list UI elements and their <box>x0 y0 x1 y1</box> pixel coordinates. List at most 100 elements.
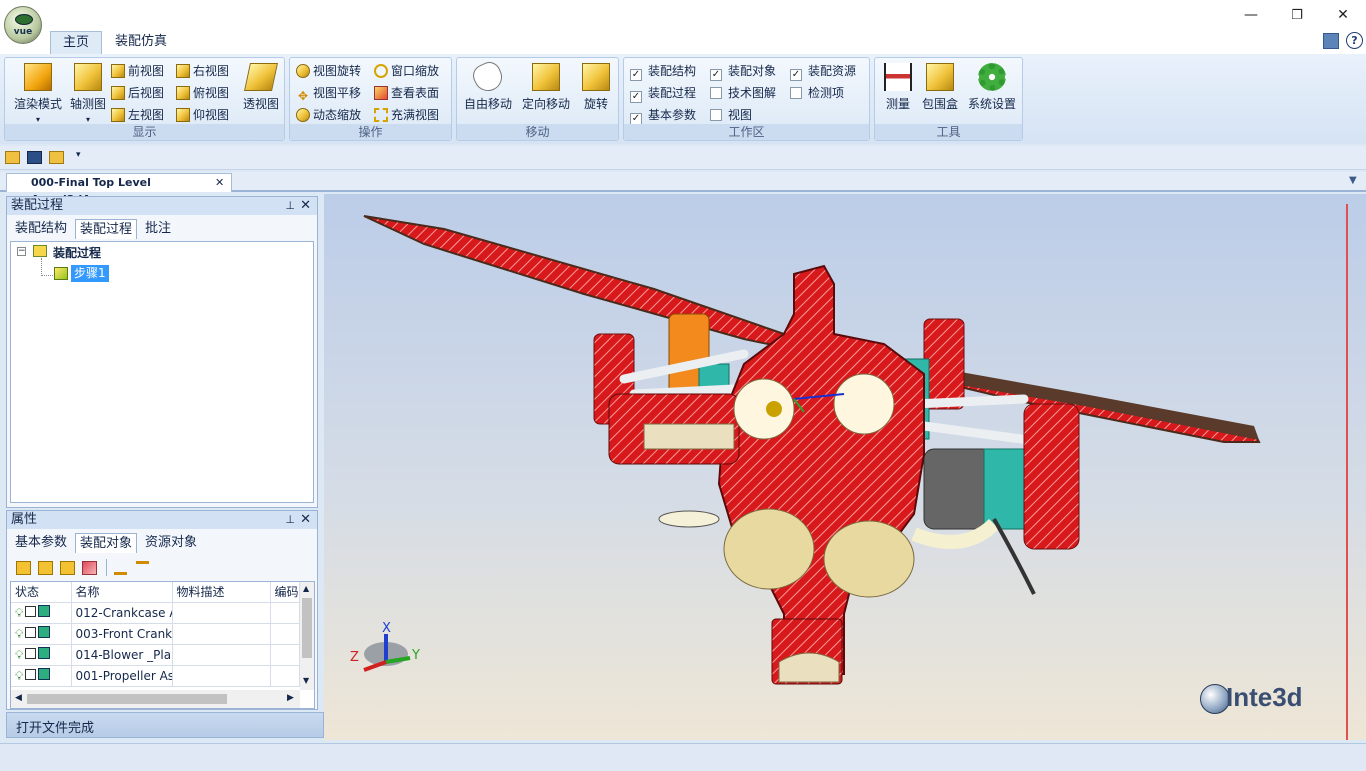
system-settings-button[interactable]: 系统设置 <box>964 63 1020 111</box>
pane-close-icon[interactable]: ✕ <box>300 197 311 215</box>
properties-pane: 属性 ⊥ ✕ 基本参数 装配对象 资源对象 状态 名称 物料描述 编码 💡︎ 0… <box>6 510 318 710</box>
scroll-thumb[interactable] <box>27 694 227 704</box>
tab-assembly-structure[interactable]: 装配结构 <box>11 219 71 239</box>
customize-dropdown-icon[interactable]: ▾ <box>76 150 81 160</box>
tab-resource-objects[interactable]: 资源对象 <box>141 533 201 553</box>
scroll-thumb[interactable] <box>302 598 312 658</box>
checkbox-inspection[interactable]: 检测项 <box>790 83 844 103</box>
column-name[interactable]: 名称 <box>71 582 173 603</box>
rotate-button[interactable]: 旋转 <box>579 63 613 111</box>
status-icons: 💡︎ <box>11 602 72 624</box>
free-move-button[interactable]: 自由移动 <box>460 58 516 111</box>
table-row[interactable]: 💡︎ 001-Propeller As <box>11 665 300 687</box>
measure-button[interactable]: 测量 <box>883 63 913 111</box>
bottom-view-button[interactable]: 仰视图 <box>176 105 229 125</box>
measure-icon <box>884 63 912 91</box>
group-tools-label: 工具 <box>875 124 1022 140</box>
tab-basic-params[interactable]: 基本参数 <box>11 533 71 553</box>
rotate-icon <box>582 63 610 91</box>
edit-icon[interactable] <box>38 561 53 575</box>
maximize-button[interactable]: ❐ <box>1274 0 1320 30</box>
top-view-icon <box>176 86 190 100</box>
move-down-icon[interactable] <box>136 561 149 575</box>
view-surface-button[interactable]: 查看表面 <box>374 83 439 103</box>
render-mode-button[interactable]: 渲染模式 ▾ <box>9 63 67 127</box>
table-row[interactable]: 💡︎ 003-Front Crank <box>11 623 300 645</box>
list-icon[interactable] <box>60 561 75 575</box>
tab-close-icon[interactable]: ✕ <box>215 174 224 191</box>
top-view-button[interactable]: 俯视图 <box>176 83 229 103</box>
checkbox-assembly-structure[interactable]: ✓ 装配结构 <box>630 61 696 81</box>
bounding-box-button[interactable]: 包围盒 <box>919 63 961 111</box>
collapse-icon[interactable]: − <box>17 247 26 256</box>
tree-root-label[interactable]: 装配过程 <box>53 244 101 261</box>
tab-list-dropdown-icon[interactable]: ▼ <box>1349 175 1357 186</box>
window-zoom-button[interactable]: 窗口缩放 <box>374 61 439 81</box>
logo-text: vue <box>13 27 33 37</box>
window-layout-icon[interactable] <box>1323 33 1339 49</box>
scroll-up-icon[interactable]: ▲ <box>303 584 309 593</box>
blade-fitting <box>658 510 720 528</box>
checkbox-icon <box>710 109 722 121</box>
checkbox-assembly-objects[interactable]: ✓ 装配对象 <box>710 61 776 81</box>
lower-housing <box>723 508 815 590</box>
minimize-button[interactable]: — <box>1228 0 1274 30</box>
column-code[interactable]: 编码 <box>270 582 300 603</box>
checkbox-assembly-process[interactable]: ✓ 装配过程 <box>630 83 696 103</box>
tab-home[interactable]: 主页 <box>50 31 103 54</box>
app-logo[interactable]: vue <box>4 6 42 44</box>
engine-model-render[interactable] <box>324 194 1366 740</box>
coordinate-triad <box>363 634 411 672</box>
perspective-button[interactable]: 透视图 <box>239 63 283 111</box>
back-view-button[interactable]: 后视图 <box>111 83 164 103</box>
dynamic-zoom-button[interactable]: 动态缩放 <box>296 105 361 125</box>
view-pan-button[interactable]: ✥ 视图平移 <box>296 83 361 103</box>
help-icon[interactable]: ? <box>1346 32 1363 49</box>
view-rotate-button[interactable]: 视图旋转 <box>296 61 361 81</box>
vertical-scrollbar[interactable]: ▲ ▼ <box>300 582 314 690</box>
column-status[interactable]: 状态 <box>11 582 72 603</box>
move-up-icon[interactable] <box>114 561 127 575</box>
process-tree-icon <box>33 245 47 257</box>
checkbox-basic-params[interactable]: ✓ 基本参数 <box>630 105 696 125</box>
folder-icon[interactable] <box>49 151 64 164</box>
checkbox-tech-illustration[interactable]: 技术图解 <box>710 83 776 103</box>
tree-step-item[interactable]: 步骤1 <box>71 265 109 282</box>
directed-move-button[interactable]: 定向移动 <box>518 63 574 111</box>
save-icon[interactable] <box>27 151 42 164</box>
right-view-button[interactable]: 右视图 <box>176 61 229 81</box>
3d-viewport[interactable]: X Y Z Inte3d <box>324 194 1366 740</box>
rotate-view-icon <box>296 64 310 78</box>
tab-annotations[interactable]: 批注 <box>141 219 175 239</box>
document-tab[interactable]: 000-Final Top Level Assy.i3dAsm ✕ <box>6 173 232 206</box>
checkbox-assembly-resources[interactable]: ✓ 装配资源 <box>790 61 856 81</box>
pane-header: 装配过程 ⊥ ✕ <box>7 197 317 215</box>
tab-assembly-simulation[interactable]: 装配仿真 <box>103 31 179 54</box>
scroll-down-icon[interactable]: ▼ <box>303 676 309 685</box>
horizontal-scrollbar[interactable]: ◀ ▶ <box>11 690 300 708</box>
pane-close-icon[interactable]: ✕ <box>300 511 311 529</box>
row-name: 003-Front Crank <box>71 623 173 645</box>
table-row[interactable]: 💡︎ 012-Crankcase A <box>11 602 300 624</box>
pin-icon[interactable]: ⊥ <box>285 511 295 529</box>
eraser-icon[interactable] <box>82 561 97 575</box>
table-row[interactable]: 💡︎ 014-Blower _Plar <box>11 644 300 666</box>
column-description[interactable]: 物料描述 <box>172 582 271 603</box>
open-folder-icon[interactable] <box>5 151 20 164</box>
close-button[interactable]: ✕ <box>1320 0 1366 30</box>
scroll-right-icon[interactable]: ▶ <box>287 693 294 703</box>
toolbar-divider <box>106 559 107 576</box>
axis-view-button[interactable]: 轴测图 ▾ <box>67 63 109 127</box>
scroll-left-icon[interactable]: ◀ <box>15 693 22 703</box>
left-view-button[interactable]: 左视图 <box>111 105 164 125</box>
checkbox-icon: ✓ <box>710 69 722 81</box>
piston <box>643 423 735 450</box>
pin-icon[interactable]: ⊥ <box>285 197 295 215</box>
tab-assembly-process[interactable]: 装配过程 <box>75 219 138 239</box>
fit-view-button[interactable]: 充满视图 <box>374 105 439 125</box>
tab-assembly-objects[interactable]: 装配对象 <box>75 533 138 553</box>
front-view-button[interactable]: 前视图 <box>111 61 164 81</box>
front-view-icon <box>111 64 125 78</box>
select-all-icon[interactable] <box>16 561 31 575</box>
checkbox-view[interactable]: 视图 <box>710 105 752 125</box>
